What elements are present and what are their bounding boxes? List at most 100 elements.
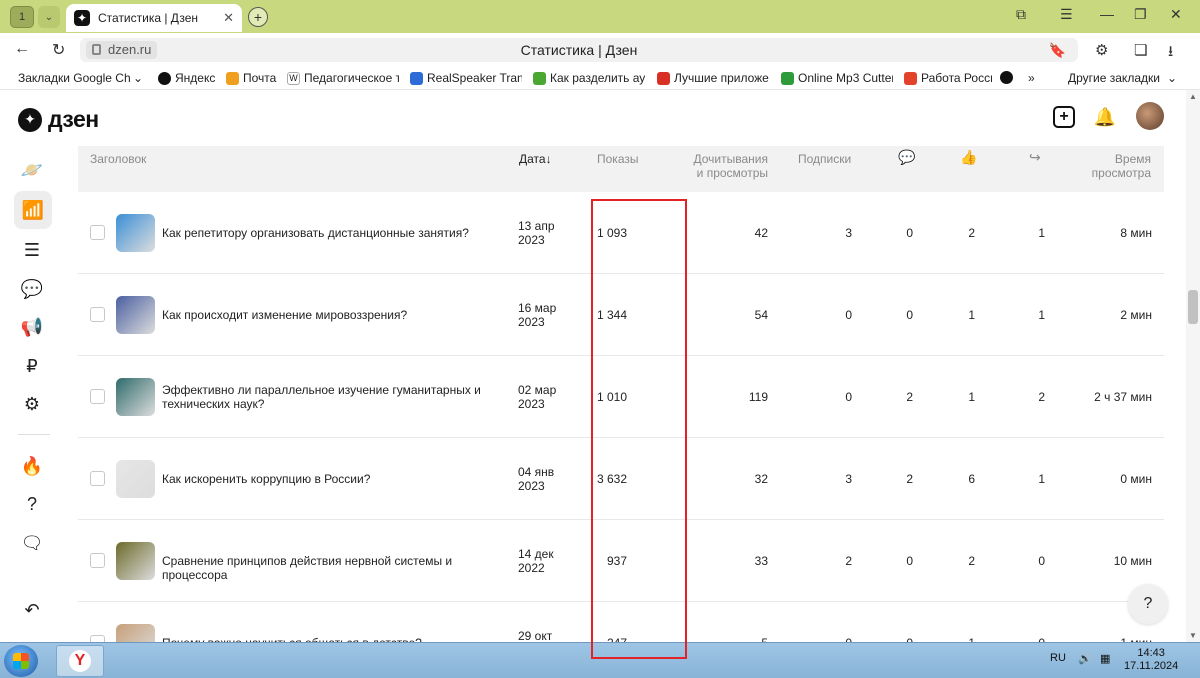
tab-counter-button[interactable]: 1 <box>10 6 34 28</box>
other-bookmarks[interactable]: Другие закладки <box>1068 71 1160 85</box>
date-year: 2023 <box>518 233 545 247</box>
subs-cell: 0 <box>845 390 852 404</box>
like-header-icon[interactable]: 👍 <box>960 150 977 164</box>
row-checkbox[interactable] <box>90 471 105 486</box>
help-circle-icon[interactable]: ? <box>18 490 46 518</box>
stats-bars-icon[interactable]: 📶 <box>14 191 52 229</box>
table-row[interactable]: Как происходит изменение мировоззрения? 1… <box>78 274 1164 356</box>
url-field[interactable]: dzen.ru Статистика | Дзен 🔖 <box>80 38 1078 62</box>
bookmark-item[interactable]: Почта <box>226 71 280 85</box>
publications-stack-icon[interactable]: ☰ <box>18 236 46 264</box>
table-row[interactable]: Эффективно ли параллельное изучение гума… <box>78 356 1164 438</box>
time-cell: 8 мин <box>1120 226 1152 240</box>
bookmark-label: Online Mp3 Cutter <box>798 71 893 85</box>
bookmark-item[interactable]: Лучшие приложе <box>657 71 769 85</box>
minimize-icon[interactable]: — <box>1100 6 1114 22</box>
column-header-time[interactable]: Время просмотра <box>1078 152 1151 180</box>
scroll-thumb[interactable] <box>1188 290 1198 324</box>
date-year: 2023 <box>518 397 545 411</box>
collections-icon[interactable]: ❏ <box>1134 41 1147 59</box>
column-header-subs[interactable]: Подписки <box>798 152 851 166</box>
bookmark-item[interactable]: Online Mp3 Cutter <box>781 71 893 85</box>
column-header-reads[interactable]: Дочитывания и просмотры <box>668 152 769 180</box>
shares-cell: 1 <box>1038 472 1045 486</box>
bell-icon[interactable]: 🔔 <box>1094 106 1116 128</box>
page-scrollbar[interactable]: ▲ ▼ <box>1186 90 1200 642</box>
taskbar-clock[interactable]: 14:43 17.11.2024 <box>1124 647 1178 673</box>
comments-cell: 0 <box>906 308 913 322</box>
share-header-icon[interactable]: ↪ <box>1029 150 1041 164</box>
article-title[interactable]: Эффективно ли параллельное изучение гума… <box>162 383 507 411</box>
likes-cell: 2 <box>968 554 975 568</box>
article-title[interactable]: Как репетитору организовать дистанционны… <box>162 226 507 240</box>
planet-icon[interactable]: 🪐 <box>18 156 46 184</box>
restore-icon[interactable]: ❐ <box>1134 6 1147 23</box>
more-bookmarks-chevron-icon[interactable]: » <box>1028 71 1035 85</box>
close-window-icon[interactable]: ✕ <box>1170 6 1182 23</box>
dark-circle-icon[interactable] <box>1000 71 1013 84</box>
article-title[interactable]: Как искоренить коррупцию в России? <box>162 472 507 486</box>
chat-bubbles-icon[interactable]: 🗨 <box>18 529 46 557</box>
wikipedia-icon: W <box>287 71 300 85</box>
gear-icon[interactable]: ⚙ <box>18 390 46 418</box>
comments-bubble-icon[interactable]: 💬 <box>18 275 46 303</box>
volume-icon[interactable]: 🔊 <box>1078 652 1092 665</box>
column-header-date[interactable]: Дата↓ <box>519 152 552 166</box>
row-checkbox[interactable] <box>90 307 105 322</box>
comment-header-icon[interactable]: 💬 <box>898 150 915 164</box>
tab-close-icon[interactable]: ✕ <box>223 10 234 26</box>
column-header-title[interactable]: Заголовок <box>90 152 146 166</box>
fire-icon[interactable]: 🔥 <box>18 452 46 480</box>
scroll-down-arrow-icon[interactable]: ▼ <box>1189 631 1197 640</box>
ruble-icon[interactable]: ₽ <box>18 352 46 380</box>
extensions-icon[interactable]: ⚙ <box>1095 41 1108 59</box>
bookmark-item[interactable]: RealSpeaker Trans <box>410 71 522 85</box>
language-indicator[interactable]: RU <box>1050 652 1066 664</box>
article-thumbnail <box>116 296 155 334</box>
bookmark-item[interactable]: W Педагогическое т <box>287 71 399 85</box>
table-row[interactable]: Почему важно научиться общаться в детств… <box>78 602 1164 642</box>
other-bookmarks-chevron-icon[interactable]: ⌄ <box>1167 71 1177 85</box>
bookmark-dropdown-chevron-icon[interactable]: ⌄ <box>133 71 143 85</box>
bookmarks-panel-icon[interactable]: ⧉ <box>1016 6 1026 23</box>
table-row[interactable]: Как искоренить коррупцию в России? 04 янв… <box>78 438 1164 520</box>
avatar[interactable] <box>1136 102 1164 130</box>
create-plus-icon[interactable]: + <box>1053 106 1075 128</box>
row-checkbox[interactable] <box>90 389 105 404</box>
row-checkbox[interactable] <box>90 553 105 568</box>
article-title[interactable]: Сравнение принципов действия нервной сис… <box>162 554 507 582</box>
article-title[interactable]: Как происходит изменение мировоззрения? <box>162 308 507 322</box>
new-tab-button[interactable]: + <box>248 7 268 27</box>
megaphone-icon[interactable]: 📢 <box>18 313 46 341</box>
row-checkbox[interactable] <box>90 635 105 642</box>
scroll-up-arrow-icon[interactable]: ▲ <box>1189 92 1197 101</box>
audio-split-icon <box>533 71 546 85</box>
hamburger-menu-icon[interactable]: ☰ <box>1060 6 1073 23</box>
browser-tab-active[interactable]: ✦ Статистика | Дзен ✕ <box>66 4 242 32</box>
article-date: 02 мар 2023 <box>518 383 578 411</box>
likes-cell: 6 <box>968 472 975 486</box>
tab-list-chevron-icon[interactable]: ⌄ <box>38 6 60 28</box>
bookmark-item[interactable]: Как разделить ау <box>533 71 645 85</box>
time-cell: 10 мин <box>1113 554 1152 568</box>
taskbar-yandex-browser[interactable]: Y <box>56 645 104 677</box>
downloads-icon[interactable]: ⭳ <box>1168 41 1173 66</box>
help-button[interactable]: ? <box>1128 584 1168 624</box>
reload-icon[interactable]: ↻ <box>52 40 65 60</box>
article-thumbnail <box>116 624 155 642</box>
back-arrow-icon[interactable]: ← <box>14 40 30 58</box>
table-row[interactable]: Как репетитору организовать дистанционны… <box>78 192 1164 274</box>
likes-cell: 2 <box>968 226 975 240</box>
table-row[interactable]: Сравнение принципов действия нервной сис… <box>78 520 1164 602</box>
start-button[interactable] <box>4 645 38 677</box>
column-header-views[interactable]: Показы <box>597 152 638 166</box>
network-icon[interactable]: ▦ <box>1100 652 1110 665</box>
bookmark-item[interactable]: Яндекс <box>158 71 218 85</box>
bookmark-star-icon[interactable]: 🔖 <box>1049 42 1066 59</box>
return-arrow-icon[interactable]: ↶ <box>18 596 46 624</box>
dzen-logo[interactable]: ✦ дзен <box>18 106 99 133</box>
bookmark-item[interactable]: Закладки Google Ch <box>18 71 148 85</box>
row-checkbox[interactable] <box>90 225 105 240</box>
bookmark-item[interactable]: Работа Росси <box>904 71 992 85</box>
dzen-favicon-icon: ✦ <box>74 10 90 26</box>
